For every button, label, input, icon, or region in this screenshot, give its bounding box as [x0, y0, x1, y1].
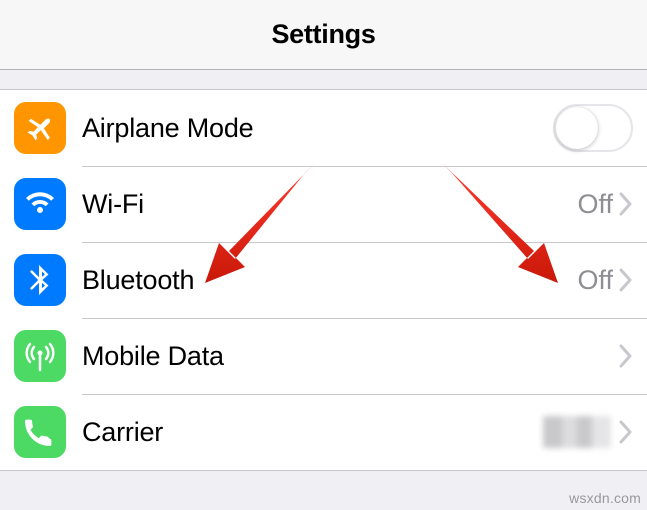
header: Settings — [0, 0, 647, 70]
page-title: Settings — [271, 19, 375, 50]
watermark: wsxdn.com — [569, 490, 641, 506]
row-label: Airplane Mode — [82, 113, 553, 144]
airplane-toggle[interactable] — [553, 104, 633, 152]
row-label: Carrier — [82, 417, 543, 448]
row-label: Wi-Fi — [82, 189, 577, 220]
chevron-right-icon — [619, 344, 633, 368]
bluetooth-icon — [14, 254, 66, 306]
row-airplane-mode[interactable]: Airplane Mode — [0, 90, 647, 166]
row-mobile-data[interactable]: Mobile Data — [0, 318, 647, 394]
wifi-icon — [14, 178, 66, 230]
mobile-data-icon — [14, 330, 66, 382]
chevron-right-icon — [619, 192, 633, 216]
toggle-knob — [556, 107, 598, 149]
row-label: Bluetooth — [82, 265, 577, 296]
carrier-value-obscured — [543, 416, 611, 448]
chevron-right-icon — [619, 268, 633, 292]
row-wifi[interactable]: Wi-Fi Off — [0, 166, 647, 242]
chevron-right-icon — [619, 420, 633, 444]
settings-section: Airplane Mode Wi-Fi Off Bluetooth Off Mo… — [0, 89, 647, 471]
airplane-icon — [14, 102, 66, 154]
row-label: Mobile Data — [82, 341, 619, 372]
row-value: Off — [577, 265, 613, 296]
row-bluetooth[interactable]: Bluetooth Off — [0, 242, 647, 318]
row-carrier[interactable]: Carrier — [0, 394, 647, 470]
row-value: Off — [577, 189, 613, 220]
carrier-icon — [14, 406, 66, 458]
